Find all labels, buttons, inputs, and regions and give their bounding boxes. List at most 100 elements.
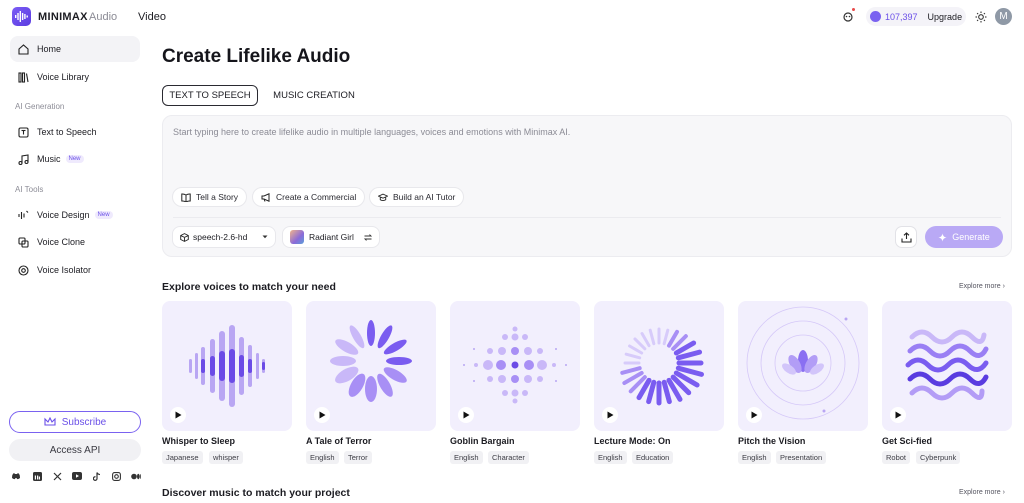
upload-icon — [900, 231, 912, 243]
model-select[interactable]: speech-2.6-hd — [172, 226, 276, 248]
sidebar-item-label: Voice Clone — [37, 237, 86, 247]
linkedin-icon[interactable] — [32, 471, 42, 481]
instagram-icon[interactable] — [111, 471, 121, 481]
sidebar-item-text-to-speech[interactable]: Text to Speech — [10, 119, 140, 145]
explore-more-voices-link[interactable]: Explore more › — [959, 283, 1005, 290]
access-api-button[interactable]: Access API — [9, 439, 141, 461]
chip-label: Create a Commercial — [276, 192, 357, 202]
chip-tell-a-story[interactable]: Tell a Story — [172, 187, 248, 207]
sidebar-item-voice-clone[interactable]: Voice Clone — [10, 229, 140, 255]
tiktok-icon[interactable] — [92, 471, 102, 481]
editor-divider — [173, 217, 1001, 218]
tab-text-to-speech[interactable]: TEXT TO SPEECH — [162, 85, 258, 106]
chip-create-a-commercial[interactable]: Create a Commercial — [252, 187, 366, 207]
voice-card-title[interactable]: A Tale of Terror — [306, 436, 371, 446]
discord-icon[interactable] — [11, 471, 21, 481]
sidebar-item-label: Voice Library — [37, 72, 90, 82]
theme-toggle-sun-icon[interactable] — [973, 9, 989, 25]
sidebar-item-music[interactable]: Music New — [10, 146, 140, 172]
voice-tag: Education — [632, 451, 674, 464]
explore-voices-title: Explore voices to match your need — [162, 281, 336, 293]
subscribe-button[interactable]: Subscribe — [9, 411, 141, 433]
sidebar-item-label: Music — [37, 154, 61, 164]
voice-tag: Presentation — [776, 451, 827, 464]
chevron-down-icon — [262, 235, 268, 239]
voice-tag: Japanese — [162, 451, 203, 464]
text-to-speech-icon — [17, 126, 29, 138]
megaphone-icon — [261, 192, 271, 202]
voice-select-value: Radiant Girl — [309, 232, 354, 242]
generate-label: Generate — [952, 232, 990, 242]
sidebar-item-voice-library[interactable]: Voice Library — [10, 64, 140, 90]
voice-card-goblin-bargain[interactable] — [450, 301, 580, 431]
credits-pill[interactable]: 107,397 Upgrade — [866, 7, 966, 26]
discover-music-title: Discover music to match your project — [162, 487, 350, 499]
model-select-value: speech-2.6-hd — [193, 232, 248, 242]
voice-card-get-sci-fied[interactable] — [882, 301, 1012, 431]
cube-icon — [180, 232, 189, 242]
book-icon — [181, 192, 191, 202]
sidebar-item-voice-isolator[interactable]: Voice Isolator — [10, 257, 140, 283]
youtube-icon[interactable] — [72, 471, 82, 481]
notification-icon[interactable] — [840, 9, 856, 25]
voice-card-whisper-to-sleep[interactable] — [162, 301, 292, 431]
brand-name[interactable]: MINIMAX — [38, 11, 88, 23]
swap-icon — [364, 233, 372, 241]
sidebar-item-label: Voice Design — [37, 210, 90, 220]
voice-card-title[interactable]: Lecture Mode: On — [594, 436, 671, 446]
sidebar-section-ai-generation: AI Generation — [15, 102, 65, 111]
play-icon[interactable] — [602, 407, 618, 423]
voice-card-title[interactable]: Pitch the Vision — [738, 436, 805, 446]
minimax-logo-icon[interactable] — [12, 7, 31, 26]
sidebar-item-voice-design[interactable]: Voice Design New — [10, 202, 140, 228]
play-icon[interactable] — [314, 407, 330, 423]
generate-button[interactable]: Generate — [925, 226, 1003, 248]
tab-music-creation[interactable]: MUSIC CREATION — [266, 85, 362, 106]
music-note-icon — [17, 153, 29, 165]
notification-dot — [852, 8, 855, 11]
voice-card-title[interactable]: Goblin Bargain — [450, 436, 515, 446]
voice-tag: English — [450, 451, 483, 464]
voice-tag: whisper — [209, 451, 243, 464]
voice-isolator-icon — [17, 264, 29, 276]
voice-tag: Robot — [882, 451, 911, 464]
graduation-cap-icon — [378, 192, 388, 202]
tts-input-placeholder[interactable]: Start typing here to create lifelike aud… — [173, 127, 570, 137]
top-bar: MINIMAX Audio Video 107,397 Upgrade M — [0, 0, 1024, 34]
x-icon[interactable] — [52, 471, 62, 481]
upgrade-link[interactable]: Upgrade — [928, 12, 963, 22]
brand-product-audio[interactable]: Audio — [89, 11, 117, 23]
voice-tag: Terror — [344, 451, 372, 464]
sparkle-icon — [938, 233, 947, 242]
new-badge: New — [94, 211, 113, 219]
play-icon[interactable] — [458, 407, 474, 423]
play-icon[interactable] — [746, 407, 762, 423]
play-icon[interactable] — [890, 407, 906, 423]
tts-editor[interactable]: Start typing here to create lifelike aud… — [162, 115, 1012, 257]
sidebar-item-home[interactable]: Home — [10, 36, 140, 62]
explore-more-music-link[interactable]: Explore more › — [959, 489, 1005, 496]
crown-icon — [44, 417, 56, 427]
chip-build-an-ai-tutor[interactable]: Build an AI Tutor — [369, 187, 465, 207]
nav-video-link[interactable]: Video — [138, 11, 166, 23]
new-badge: New — [65, 155, 84, 163]
sidebar-item-label: Home — [37, 44, 62, 54]
chip-label: Tell a Story — [196, 192, 239, 202]
play-icon[interactable] — [170, 407, 186, 423]
upload-button[interactable] — [895, 226, 917, 248]
credit-coin-icon — [870, 11, 881, 22]
voice-card-title[interactable]: Whisper to Sleep — [162, 436, 235, 446]
subscribe-label: Subscribe — [61, 416, 107, 428]
voice-card-lecture-mode-on[interactable] — [594, 301, 724, 431]
voice-tag: Character — [488, 451, 529, 464]
voice-card-a-tale-of-terror[interactable] — [306, 301, 436, 431]
voice-card-title[interactable]: Get Sci-fied — [882, 436, 932, 446]
voice-tag: English — [306, 451, 339, 464]
sidebar-item-label: Voice Isolator — [37, 265, 92, 275]
voice-tag: Cyberpunk — [916, 451, 961, 464]
voice-card-pitch-the-vision[interactable] — [738, 301, 868, 431]
voice-design-icon — [17, 209, 29, 221]
user-avatar[interactable]: M — [995, 8, 1012, 25]
voice-select[interactable]: Radiant Girl — [282, 226, 380, 248]
medium-icon[interactable] — [131, 471, 141, 481]
